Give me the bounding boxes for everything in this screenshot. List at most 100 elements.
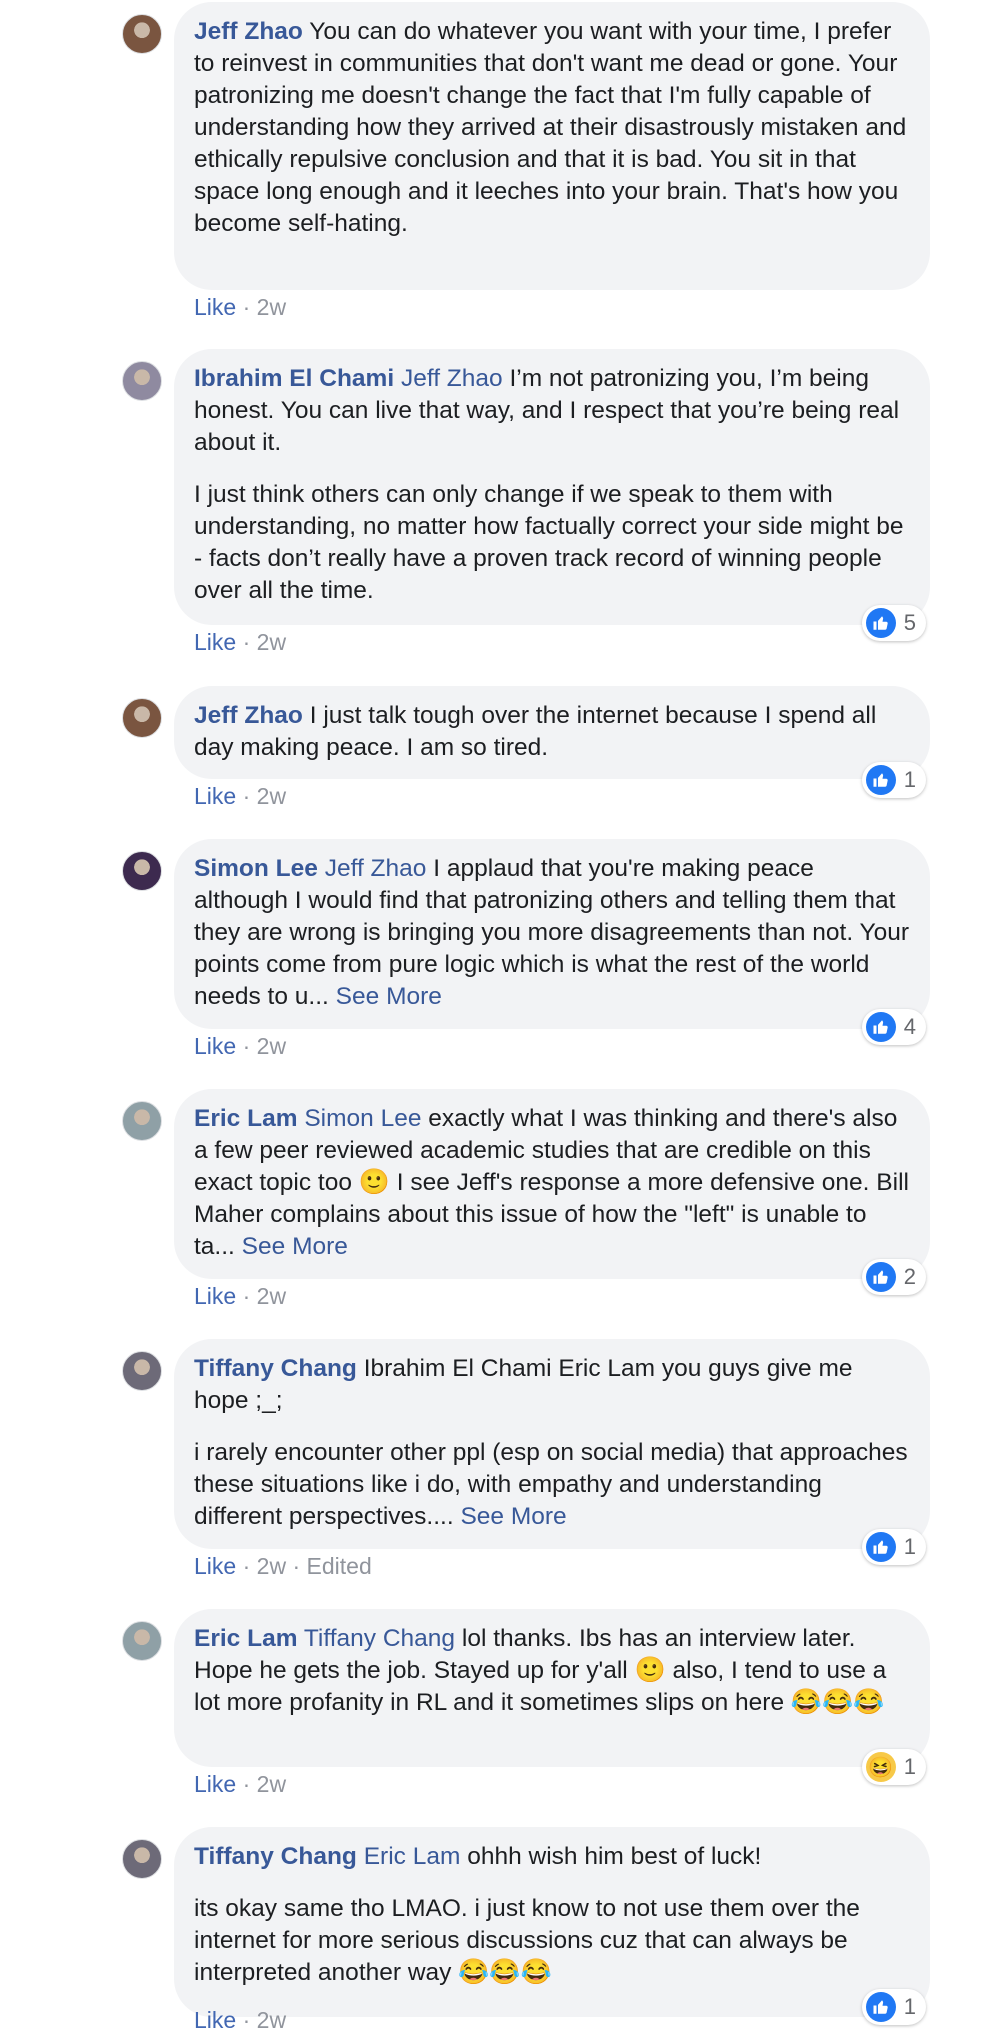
thumbs-up-icon (865, 1992, 896, 2022)
reaction-count: 5 (903, 610, 916, 635)
edited-label: Edited (306, 1553, 372, 1579)
reaction-count-badge[interactable]: 😆 1 (861, 1749, 926, 1785)
avatar[interactable] (122, 851, 162, 891)
comment-paragraph: I just think others can only change if w… (194, 479, 910, 607)
author-name-link[interactable]: Eric Lam (194, 1105, 298, 1132)
like-link[interactable]: Like (194, 629, 236, 655)
mention-link[interactable]: Tiffany Chang (304, 1625, 455, 1652)
avatar[interactable] (122, 1621, 162, 1661)
laughing-face-icon: 😆 (865, 1752, 896, 1782)
laughing-emoji: 😂😂😂 (790, 1688, 885, 1716)
mention-link[interactable]: Simon Lee (304, 1105, 421, 1132)
comment-actions: Like · 2w (194, 1771, 287, 1797)
reaction-count: 1 (903, 1534, 916, 1559)
like-link[interactable]: Like (194, 2007, 236, 2033)
author-name-link[interactable]: Tiffany Chang (194, 1843, 357, 1870)
thumbs-up-icon (865, 608, 896, 638)
comment-bubble: Jeff Zhao I just talk tough over the int… (174, 686, 930, 779)
avatar[interactable] (122, 1839, 162, 1879)
comment: Tiffany Chang Ibrahim El Chami Eric Lam … (0, 1339, 996, 1587)
comment-text: ohhh wish him best of luck! (467, 1843, 762, 1870)
comment-bubble: Eric Lam Tiffany Chang lol thanks. Ibs h… (174, 1609, 930, 1767)
author-name-link[interactable]: Eric Lam (194, 1625, 298, 1652)
author-name-link[interactable]: Tiffany Chang (194, 1355, 357, 1382)
like-link[interactable]: Like (194, 1283, 236, 1309)
author-name-link[interactable]: Simon Lee (194, 855, 318, 882)
author-name-link[interactable]: Jeff Zhao (194, 18, 303, 45)
comment-paragraph: Simon Lee Jeff Zhao I applaud that you'r… (194, 853, 910, 1013)
reaction-count: 1 (903, 1994, 916, 2019)
reaction-count-badge[interactable]: 1 (861, 1989, 926, 2025)
like-link[interactable]: Like (194, 1033, 236, 1059)
reaction-count: 1 (903, 1754, 916, 1779)
like-link[interactable]: Like (194, 1771, 236, 1797)
author-name-link[interactable]: Ibrahim El Chami (194, 365, 394, 392)
timestamp[interactable]: 2w (257, 629, 286, 655)
thumbs-up-icon (865, 1012, 896, 1042)
comment-paragraph: Tiffany Chang Ibrahim El Chami Eric Lam … (194, 1353, 910, 1417)
reaction-count-badge[interactable]: 4 (861, 1009, 926, 1045)
timestamp[interactable]: 2w (257, 294, 286, 320)
mention-link[interactable]: Jeff Zhao (401, 365, 503, 392)
comment-actions: Like · 2w (194, 2007, 287, 2033)
comment-bubble: Simon Lee Jeff Zhao I applaud that you'r… (174, 839, 930, 1029)
comment-paragraph: its okay same tho LMAO. i just know to n… (194, 1893, 910, 1989)
see-more-link[interactable]: See More (460, 1503, 566, 1530)
comment-actions: Like · 2w (194, 629, 287, 655)
avatar[interactable] (122, 1351, 162, 1391)
see-more-link[interactable]: See More (242, 1233, 348, 1260)
avatar[interactable] (122, 14, 162, 54)
comment-text: I just think others can only change if w… (194, 481, 904, 604)
timestamp[interactable]: 2w (257, 1553, 286, 1579)
like-link[interactable]: Like (194, 294, 236, 320)
comment-paragraph: Jeff Zhao I just talk tough over the int… (194, 700, 910, 764)
timestamp[interactable]: 2w (257, 1283, 286, 1309)
comment-bubble: Eric Lam Simon Lee exactly what I was th… (174, 1089, 930, 1279)
comment-actions: Like · 2w (194, 1033, 287, 1059)
author-name-link[interactable]: Jeff Zhao (194, 702, 303, 729)
comment-paragraph: i rarely encounter other ppl (esp on soc… (194, 1437, 910, 1533)
like-link[interactable]: Like (194, 783, 236, 809)
reaction-count-badge[interactable]: 2 (861, 1259, 926, 1295)
comment-paragraph: Tiffany Chang Eric Lam ohhh wish him bes… (194, 1841, 910, 1873)
thumbs-up-icon (865, 1262, 896, 1292)
avatar[interactable] (122, 361, 162, 401)
smiley-emoji: 🙂 (358, 1168, 390, 1196)
thumbs-up-icon (865, 765, 896, 795)
comment: Jeff Zhao You can do whatever you want w… (0, 2, 996, 328)
comment: Eric Lam Simon Lee exactly what I was th… (0, 1089, 996, 1317)
comment-actions: Like · 2w · Edited (194, 1553, 372, 1579)
comment-thread: Jeff Zhao You can do whatever you want w… (0, 0, 996, 2038)
mention-link[interactable]: Eric Lam (364, 1843, 461, 1870)
timestamp[interactable]: 2w (257, 1033, 286, 1059)
reaction-count: 1 (903, 767, 916, 792)
comment-actions: Like · 2w (194, 783, 287, 809)
comment-actions: Like · 2w (194, 294, 287, 320)
thumbs-up-icon (865, 1532, 896, 1562)
reaction-count-badge[interactable]: 1 (861, 762, 926, 798)
comment: Simon Lee Jeff Zhao I applaud that you'r… (0, 839, 996, 1067)
comment-bubble: Jeff Zhao You can do whatever you want w… (174, 2, 930, 290)
timestamp[interactable]: 2w (257, 783, 286, 809)
avatar[interactable] (122, 698, 162, 738)
reaction-count: 2 (903, 1264, 916, 1289)
comment-paragraph: Eric Lam Simon Lee exactly what I was th… (194, 1103, 910, 1263)
smiley-emoji: 🙂 (634, 1656, 666, 1684)
reaction-count-badge[interactable]: 1 (861, 1529, 926, 1565)
like-link[interactable]: Like (194, 1553, 236, 1579)
comment-actions: Like · 2w (194, 1283, 287, 1309)
avatar[interactable] (122, 1101, 162, 1141)
laughing-emoji: 😂😂😂 (458, 1958, 552, 1986)
timestamp[interactable]: 2w (257, 2007, 286, 2033)
comment: Ibrahim El Chami Jeff Zhao I’m not patro… (0, 349, 996, 663)
comment-bubble: Tiffany Chang Eric Lam ohhh wish him bes… (174, 1827, 930, 2017)
comment-paragraph: Ibrahim El Chami Jeff Zhao I’m not patro… (194, 363, 910, 459)
comment-paragraph: Eric Lam Tiffany Chang lol thanks. Ibs h… (194, 1623, 910, 1719)
comment-bubble: Ibrahim El Chami Jeff Zhao I’m not patro… (174, 349, 930, 625)
timestamp[interactable]: 2w (257, 1771, 286, 1797)
reaction-count-badge[interactable]: 5 (861, 605, 926, 641)
comment: Jeff Zhao I just talk tough over the int… (0, 686, 996, 817)
comment-text: You can do whatever you want with your t… (194, 18, 907, 237)
mention-link[interactable]: Jeff Zhao (325, 855, 427, 882)
see-more-link[interactable]: See More (336, 983, 442, 1010)
